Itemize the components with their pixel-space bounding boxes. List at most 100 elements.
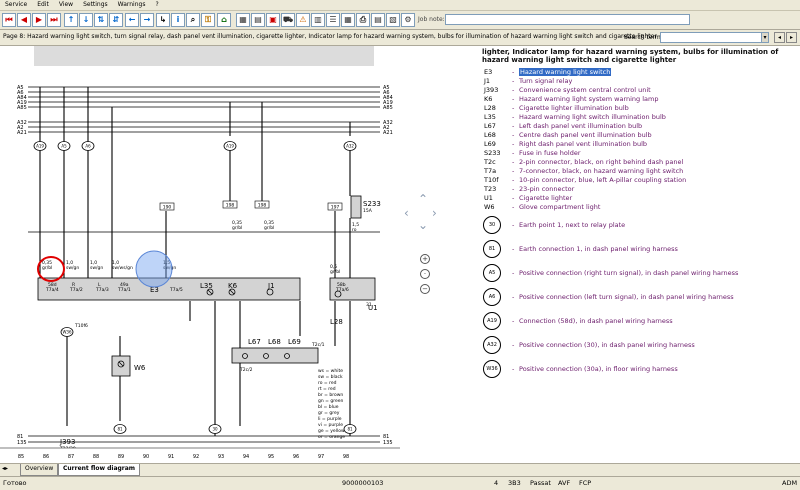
fuse-rating: 15A bbox=[363, 208, 373, 214]
left-icon[interactable]: ← bbox=[125, 13, 139, 27]
export-icon[interactable]: ▧ bbox=[386, 13, 400, 27]
save-icon[interactable]: ▤ bbox=[371, 13, 385, 27]
key-icon[interactable]: ⚿ bbox=[201, 13, 215, 27]
up-icon[interactable]: ↑ bbox=[64, 13, 78, 27]
down-up-icon[interactable]: ⇵ bbox=[109, 13, 123, 27]
pan-left-icon[interactable]: ‹ bbox=[404, 206, 409, 220]
circle-label-81-b: 81 bbox=[347, 427, 353, 432]
search-input[interactable] bbox=[660, 32, 768, 43]
tab-current-flow-diagram[interactable]: Current flow diagram bbox=[58, 464, 141, 476]
wire-label-colour: ro bbox=[352, 227, 357, 233]
terminal-t7a5: T7a/5 bbox=[169, 287, 183, 293]
last-icon[interactable]: ⏭ bbox=[47, 13, 61, 27]
back-icon[interactable]: ◀ bbox=[17, 13, 31, 27]
settings-icon[interactable]: ⚙ bbox=[401, 13, 415, 27]
menu-view[interactable]: View bbox=[54, 0, 78, 10]
menu-service[interactable]: Service bbox=[0, 0, 32, 10]
fuse-s233-box[interactable] bbox=[350, 195, 362, 219]
list-icon[interactable]: ☰ bbox=[326, 13, 340, 27]
warning-icon[interactable]: ⚠ bbox=[296, 13, 310, 27]
next-page-icon[interactable]: ▸ bbox=[786, 32, 797, 43]
tab-scroll-icon[interactable]: ◂▸ bbox=[2, 465, 8, 472]
svg-text:br = brown: br = brown bbox=[318, 392, 343, 398]
vent-illumination-box[interactable] bbox=[231, 347, 319, 364]
calc-icon[interactable]: ▦ bbox=[236, 13, 250, 27]
table-icon[interactable]: ▦ bbox=[341, 13, 355, 27]
right-icon[interactable]: → bbox=[140, 13, 154, 27]
bus-label-135-right: 135 bbox=[383, 440, 393, 446]
content-area: A5 A6 A84 A19 A85 A32 A2 A21 A5 A6 A84 A… bbox=[0, 46, 800, 463]
first-icon[interactable]: ⏮ bbox=[2, 13, 16, 27]
t10f-label: T10f6 bbox=[74, 323, 88, 329]
component-j393: J393 bbox=[59, 438, 75, 446]
up-down-icon[interactable]: ⇅ bbox=[94, 13, 108, 27]
terminal-t7a1: T7a/1 bbox=[117, 287, 131, 293]
prev-page-icon[interactable]: ◂ bbox=[774, 32, 785, 43]
find-icon[interactable]: ⌕ bbox=[186, 13, 200, 27]
chart-icon[interactable]: ▥ bbox=[311, 13, 325, 27]
pan-right-icon[interactable]: › bbox=[432, 206, 437, 220]
circle-label-81: 81 bbox=[117, 427, 123, 432]
car-icon[interactable]: ⛟ bbox=[281, 13, 295, 27]
page-bar: Page 8: Hazard warning light switch, tur… bbox=[0, 30, 800, 46]
zoom-in-icon[interactable]: + bbox=[420, 254, 430, 264]
status-engine: AVF bbox=[558, 479, 571, 487]
goto-icon[interactable]: ↳ bbox=[156, 13, 170, 27]
wire-label-colour: gr/bl bbox=[42, 265, 52, 271]
ruler-88: 88 bbox=[93, 454, 99, 460]
status-gearbox: FCP bbox=[579, 479, 592, 487]
component-w6: W6 bbox=[134, 364, 146, 372]
zoom-out-icon[interactable]: − bbox=[420, 284, 430, 294]
circle-label-a19-b: A19 bbox=[226, 144, 234, 149]
ruler-95: 95 bbox=[268, 454, 274, 460]
search-label: Search term: bbox=[624, 34, 663, 41]
search-dropdown-icon[interactable]: ▾ bbox=[761, 32, 769, 43]
pan-up-icon[interactable]: ⌃ bbox=[418, 192, 428, 206]
glove-light-box[interactable] bbox=[111, 355, 131, 377]
menu-edit[interactable]: Edit bbox=[32, 0, 54, 10]
down-icon[interactable]: ↓ bbox=[79, 13, 93, 27]
document-icon[interactable]: ▣ bbox=[266, 13, 280, 27]
wire-label-colour: gr/bl bbox=[330, 269, 340, 275]
circle-label-w36: W36 bbox=[62, 330, 72, 335]
colour-key: ws = white sw = black ro = red rt = red … bbox=[318, 368, 345, 440]
job-note-label: Job note: bbox=[418, 16, 445, 23]
svg-text:ge = yellow: ge = yellow bbox=[318, 428, 345, 434]
vertical-wires bbox=[39, 87, 351, 436]
legend-heading: lighter, Indicator lamp for hazard warni… bbox=[482, 48, 779, 64]
pan-down-icon[interactable]: ⌄ bbox=[418, 218, 428, 232]
menu-help[interactable]: ? bbox=[150, 0, 163, 10]
wire-label-colour: gr/bl bbox=[264, 225, 274, 231]
info-icon[interactable]: i bbox=[171, 13, 185, 27]
job-note-field[interactable] bbox=[445, 14, 690, 25]
grid-icon[interactable]: ▤ bbox=[251, 13, 265, 27]
component-l67: L67 bbox=[248, 338, 261, 346]
circle-label-a19: A19 bbox=[36, 144, 44, 149]
zoom-reset-icon[interactable]: · bbox=[420, 269, 430, 279]
node-198: 198 bbox=[226, 203, 235, 209]
wiring-diagram[interactable]: A5 A6 A84 A19 A85 A32 A2 A21 A5 A6 A84 A… bbox=[0, 46, 400, 463]
terminal-t7a2: T7a/2 bbox=[69, 287, 83, 293]
forward-icon[interactable]: ▶ bbox=[32, 13, 46, 27]
print-icon[interactable]: ⎙ bbox=[356, 13, 370, 27]
bus-label-135: 135 bbox=[17, 440, 27, 446]
menu-warnings[interactable]: Warnings bbox=[113, 0, 151, 10]
wire-label-colour: sw/gn bbox=[66, 265, 79, 271]
ruler-93: 93 bbox=[218, 454, 224, 460]
selection-bubble bbox=[135, 250, 173, 288]
page-title: Page 8: Hazard warning light switch, tur… bbox=[3, 33, 657, 40]
bus-label-a21-right: A21 bbox=[383, 130, 393, 136]
component-l68: L68 bbox=[268, 338, 281, 346]
menu-settings[interactable]: Settings bbox=[78, 0, 113, 10]
status-code: 9000000103 bbox=[342, 479, 384, 487]
svg-text:sw = black: sw = black bbox=[318, 374, 343, 380]
legend-panel: lighter, Indicator lamp for hazard warni… bbox=[482, 46, 800, 463]
tab-overview[interactable]: Overview bbox=[20, 464, 59, 476]
wire-label-colour: gr/bl bbox=[232, 225, 242, 231]
svg-text:or = orange: or = orange bbox=[318, 434, 345, 440]
svg-text:bl = blue: bl = blue bbox=[318, 404, 339, 410]
home-icon[interactable]: ⌂ bbox=[217, 13, 231, 27]
circle-label-30: 30 bbox=[212, 427, 218, 432]
svg-text:ro = red: ro = red bbox=[318, 380, 337, 386]
component-u1: U1 bbox=[368, 304, 378, 312]
